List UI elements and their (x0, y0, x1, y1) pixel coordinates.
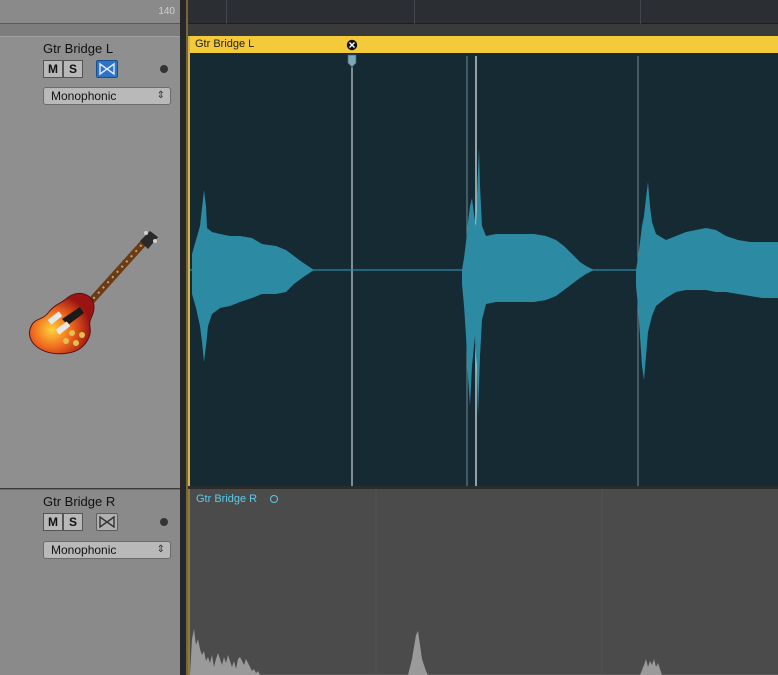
close-icon[interactable] (346, 39, 358, 51)
flex-icon (99, 62, 115, 76)
bar-number: 140 (158, 6, 175, 17)
flex-mode-value: Monophonic (51, 89, 117, 103)
mute-button[interactable]: M (43, 60, 63, 78)
flex-toggle-button[interactable] (96, 60, 118, 78)
flex-mode-select[interactable]: Monophonic ⇕ (43, 541, 171, 559)
waveform-segment (462, 148, 594, 416)
waveform-segment (190, 629, 260, 675)
solo-button[interactable]: S (63, 60, 83, 78)
flex-icon (99, 515, 115, 529)
ruler-tick (414, 0, 415, 24)
track-name[interactable]: Gtr Bridge R (43, 494, 115, 509)
waveform-segment (636, 182, 778, 380)
flex-marker-icon (347, 54, 357, 68)
flex-mode-select[interactable]: Monophonic ⇕ (43, 87, 171, 105)
track-name[interactable]: Gtr Bridge L (43, 41, 113, 56)
mute-button[interactable]: M (43, 513, 63, 531)
waveform-view[interactable] (190, 36, 778, 486)
solo-button[interactable]: S (63, 513, 83, 531)
waveform-view[interactable] (190, 489, 778, 675)
chevron-updown-icon: ⇕ (156, 90, 165, 101)
waveform-segment (192, 190, 314, 362)
ruler-tick (640, 0, 641, 24)
audio-region-gtr-bridge-r[interactable]: Gtr Bridge R (188, 489, 778, 675)
waveform-segment (408, 631, 428, 675)
record-enable-icon[interactable] (160, 65, 168, 73)
electric-guitar-icon (29, 231, 158, 355)
track-header-gtr-bridge-l[interactable]: Gtr Bridge L M S Monophonic ⇕ (0, 36, 180, 488)
logic-arrange-window: 140 Gtr Bridge L M S Monophonic ⇕ Gtr Br… (0, 0, 778, 675)
flex-mode-value: Monophonic (51, 543, 117, 557)
flex-toggle-button[interactable] (96, 513, 118, 531)
waveform-segment (640, 659, 662, 675)
chevron-updown-icon: ⇕ (156, 544, 165, 555)
audio-region-gtr-bridge-l[interactable]: Gtr Bridge L (188, 36, 778, 486)
track-header-spacer (0, 24, 180, 36)
timeline-ruler[interactable] (188, 0, 778, 24)
track-header-gtr-bridge-r[interactable]: Gtr Bridge R M S Monophonic ⇕ (0, 489, 180, 675)
ruler-tick (226, 0, 227, 24)
record-enable-icon[interactable] (160, 518, 168, 526)
track-header-ruler-area: 140 (0, 0, 180, 24)
